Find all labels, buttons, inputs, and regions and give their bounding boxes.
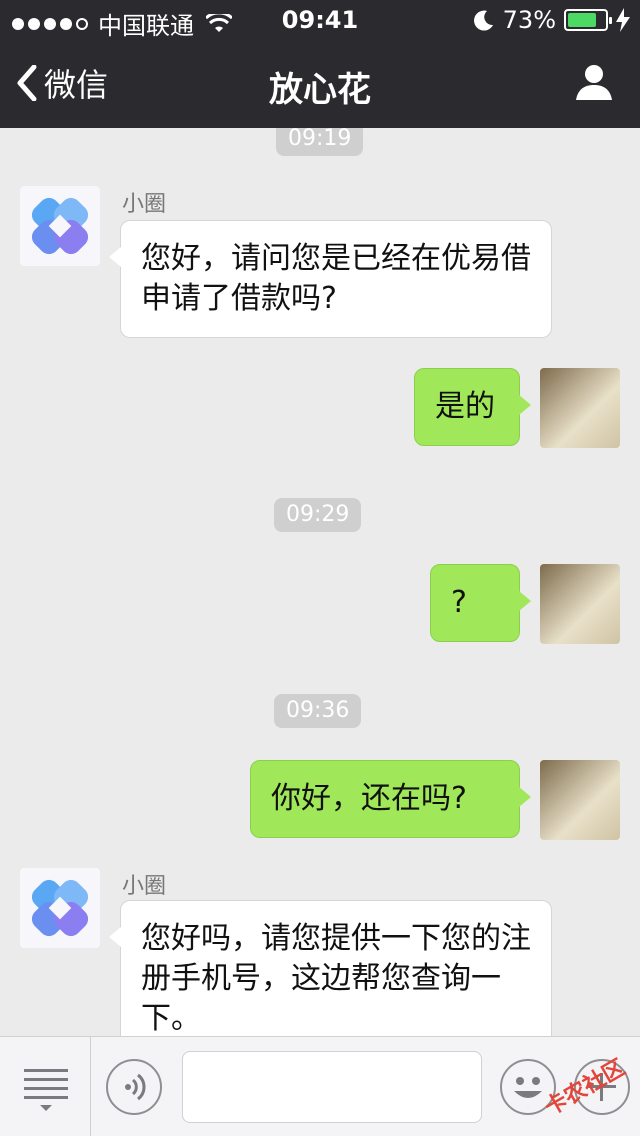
voice-icon — [125, 1073, 146, 1101]
navigation-bar: 微信 放心花 — [0, 40, 640, 128]
person-icon — [576, 65, 612, 100]
menu-button[interactable] — [20, 1063, 72, 1113]
timestamp: 09:29 — [274, 498, 362, 532]
bot-avatar[interactable] — [20, 868, 100, 948]
logo-icon — [31, 879, 89, 937]
battery-percent: 73% — [502, 6, 556, 34]
moon-icon — [473, 10, 493, 31]
timestamp: 09:36 — [274, 694, 362, 728]
top-bar: 中国联通 09:41 73% 微信 放心花 — [0, 0, 640, 128]
user-avatar[interactable] — [540, 564, 620, 644]
input-bar — [0, 1036, 640, 1136]
message-bubble[interactable]: 你好，还在吗? — [250, 760, 531, 838]
charging-icon — [616, 8, 630, 32]
divider — [90, 1037, 91, 1136]
chat-area[interactable]: 09:19 小圈 您好，请问您是已经在优易借申请了借款吗? 是的 09:29 ?… — [0, 128, 640, 1036]
user-avatar[interactable] — [540, 368, 620, 448]
status-bar: 中国联通 09:41 73% — [0, 0, 640, 40]
sender-name: 小圈 — [122, 192, 167, 217]
battery-icon — [564, 9, 612, 31]
user-avatar[interactable] — [540, 760, 620, 840]
message-bubble[interactable]: ? — [430, 564, 531, 642]
list-menu-icon — [24, 1069, 68, 1111]
message-bubble[interactable]: 是的 — [414, 368, 531, 446]
profile-button[interactable] — [574, 62, 614, 106]
message-bubble[interactable]: 您好吗，请您提供一下您的注册手机号，这边帮您查询一下。 — [109, 900, 552, 1036]
bot-avatar[interactable] — [20, 186, 100, 266]
chat-title: 放心花 — [269, 70, 371, 110]
message-bubble[interactable]: 您好，请问您是已经在优易借申请了借款吗? — [109, 220, 552, 338]
sender-name: 小圈 — [122, 874, 167, 899]
timestamp: 09:19 — [276, 128, 364, 156]
logo-icon — [31, 197, 89, 255]
voice-button[interactable] — [106, 1059, 162, 1115]
message-input[interactable] — [182, 1051, 482, 1123]
status-right: 73% — [473, 6, 630, 34]
